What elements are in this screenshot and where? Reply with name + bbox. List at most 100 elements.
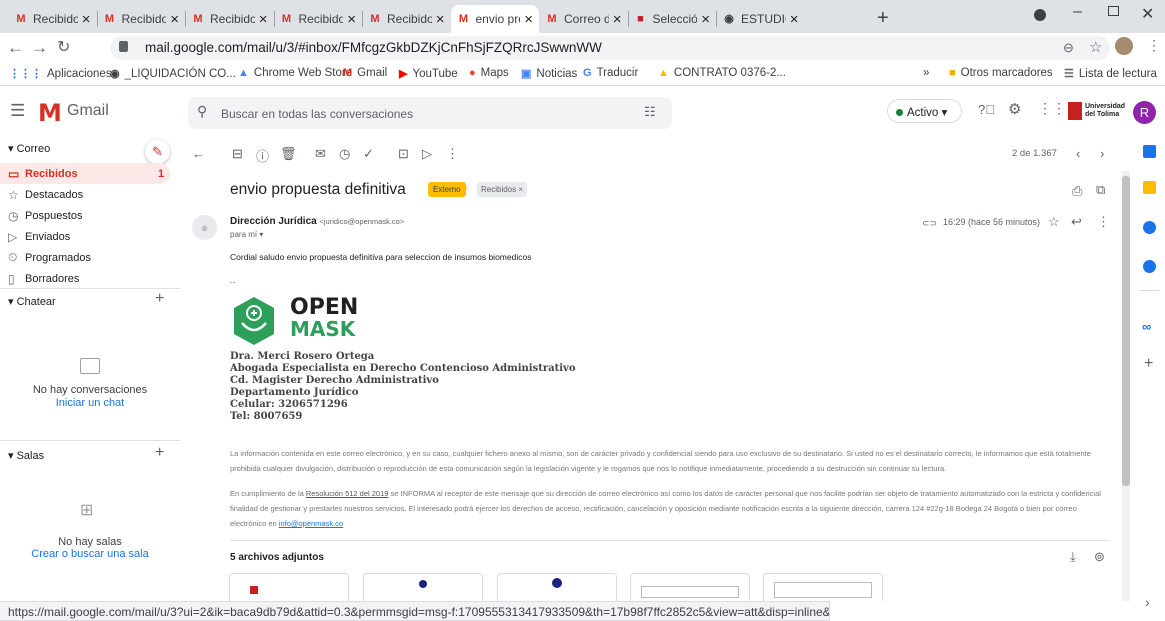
add-task-icon[interactable]: ✓ [363,146,374,162]
bookmark-traducir[interactable]: G Traducir [583,67,638,79]
sidebar-item-recibidos[interactable]: ▭ Recibidos 1 [0,163,170,184]
attachment-thumbnail-5[interactable] [763,573,883,601]
help-icon[interactable]: ?⃝ [978,102,995,117]
close-tab-icon[interactable]: × [701,11,710,28]
attachment-thumbnail-1[interactable] [229,573,349,601]
menu-dots-icon[interactable]: ⋮ [1147,37,1161,54]
browser-tab[interactable]: MRecibidos (× [97,5,186,33]
forward-icon[interactable]: → [31,37,48,59]
sidebar-item-enviados[interactable]: ▷ Enviados [0,226,170,247]
main-menu-icon[interactable]: ☰ [10,101,25,121]
reply-icon[interactable]: ↩ [1071,214,1082,230]
bookmark-contrato[interactable]: ▲ CONTRATO 0376-2... [658,67,786,79]
mark-unread-icon[interactable]: ✉ [315,146,326,162]
sidebar-item-programados[interactable]: ⏲ Programados [0,247,170,268]
chat-section-header[interactable]: ▾ Chatear [8,295,56,308]
keep-icon[interactable] [1143,181,1156,194]
gmail-logo-icon[interactable]: M [38,99,62,127]
create-room-link[interactable]: Crear o buscar una sala [0,548,180,560]
browser-tab[interactable]: M Correo de × [539,5,628,33]
close-tab-icon[interactable]: × [524,11,533,28]
move-to-icon[interactable]: ⊡ [398,146,409,162]
bookmark-maps[interactable]: ● Maps [469,67,509,79]
back-icon[interactable]: ← [7,37,24,59]
bookmark-youtube[interactable]: ▶ YouTube [399,67,458,81]
browser-tab[interactable]: MRecibidos (× [362,5,451,33]
reload-icon[interactable]: ↻ [57,37,70,59]
status-button[interactable]: Activo ▾ [887,99,962,123]
more-actions-icon[interactable]: ⋮ [446,146,459,162]
add-to-drive-icon[interactable]: ⊚ [1094,549,1105,565]
close-tab-icon[interactable]: × [790,11,799,28]
bookmark-other[interactable]: ■ Otros marcadores [949,67,1053,79]
back-to-inbox-icon[interactable]: ← [192,146,205,161]
close-tab-icon[interactable]: × [259,11,268,28]
resolution-link[interactable]: Resolución 512 del 2019 [306,489,389,498]
contacts-icon[interactable] [1143,260,1156,273]
bookmark-apps[interactable]: ⋮⋮⋮ Aplicaciones [9,67,112,81]
report-spam-icon[interactable]: ⓘ [256,146,269,165]
expand-panel-icon[interactable]: › [1145,594,1150,610]
label-icon[interactable]: ▷ [422,146,432,162]
search-icon[interactable]: ⚲ [197,103,207,120]
scrollbar-track[interactable] [1122,171,1130,601]
settings-gear-icon[interactable]: ⚙ [1008,100,1021,118]
next-page-icon[interactable]: › [1100,146,1104,161]
attachment-thumbnail-3[interactable] [497,573,617,601]
rooms-section-header[interactable]: ▾ Salas [8,449,44,462]
url-text[interactable]: mail.google.com/mail/u/3/#inbox/FMfcgzGk… [145,40,602,55]
browser-tab[interactable]: ◉ ESTUDIOS × [716,5,805,33]
bookmark-gmail[interactable]: M Gmail [343,67,387,79]
attachment-thumbnail-2[interactable] [363,573,483,601]
browser-tab[interactable]: MRecibidos (× [8,5,97,33]
search-input[interactable]: Buscar en todas las conversaciones [221,107,413,121]
prev-page-icon[interactable]: ‹ [1076,146,1080,161]
info-email-link[interactable]: info@openmask.co [279,519,343,528]
compose-pencil-icon[interactable]: ✎ [145,139,170,164]
search-options-icon[interactable]: ☷ [644,104,656,120]
add-room-icon[interactable]: + [155,444,164,462]
bookmark-liquidacion[interactable]: ◉ _LIQUIDACIÓN CO... [110,67,236,81]
bookmark-noticias[interactable]: ▣ Noticias [521,67,577,81]
browser-tab[interactable]: Menvio prop× [450,5,539,33]
browser-tab[interactable]: MRecibidos (× [185,5,274,33]
star-message-icon[interactable]: ☆ [1048,214,1060,230]
snooze-icon[interactable]: ◷ [339,146,350,162]
search-box[interactable]: ⚲ Buscar en todas las conversaciones ☷ [188,97,672,129]
inbox-label-chip[interactable]: Recibidos × [477,182,528,197]
sidebar-item-destacados[interactable]: ☆ Destacados [0,184,170,205]
print-icon[interactable]: ⎙ [1072,183,1082,199]
importance-marker-icon[interactable]: » [461,180,468,194]
scrollbar-thumb[interactable] [1122,176,1130,486]
zoom-icon[interactable]: ⊖ [1063,40,1074,56]
more-message-icon[interactable]: ⋮ [1097,214,1110,230]
sender-name[interactable]: Dirección Jurídica [230,216,317,227]
close-tab-icon[interactable]: × [170,11,179,28]
profile-icon[interactable] [1034,9,1046,21]
start-chat-link[interactable]: Iniciar un chat [0,397,180,409]
minimize-icon[interactable]: – [1073,3,1082,21]
addon-icon[interactable]: ∞ [1142,319,1151,334]
maximize-icon[interactable] [1108,6,1119,16]
bookmarks-more[interactable]: » [923,67,929,79]
archive-icon[interactable]: ⊟ [232,146,243,162]
browser-tab[interactable]: ■ Selección r× [628,5,717,33]
attachment-thumbnail-4[interactable] [630,573,750,601]
account-avatar[interactable]: R [1133,101,1156,124]
tasks-icon[interactable] [1143,221,1156,234]
open-new-window-icon[interactable]: ⧉ [1096,182,1105,198]
close-tab-icon[interactable]: × [82,11,91,28]
recipient-line[interactable]: para mí ▾ [230,230,263,239]
bookmark-webstore[interactable]: ▲ Chrome Web Store [238,67,352,79]
close-tab-icon[interactable]: × [347,11,356,28]
new-tab-icon[interactable]: + [877,7,889,30]
calendar-icon[interactable] [1143,145,1156,158]
close-tab-icon[interactable]: × [613,11,622,28]
download-all-icon[interactable]: ⤓ [1070,549,1076,565]
close-tab-icon[interactable]: × [436,11,445,28]
browser-tab[interactable]: MRecibidos (× [274,5,363,33]
delete-icon[interactable]: 🗑 [280,146,297,162]
reading-list[interactable]: ☰ Lista de lectura [1064,67,1157,81]
bookmark-star-icon[interactable]: ☆ [1089,38,1102,56]
get-addons-icon[interactable]: + [1144,355,1153,373]
